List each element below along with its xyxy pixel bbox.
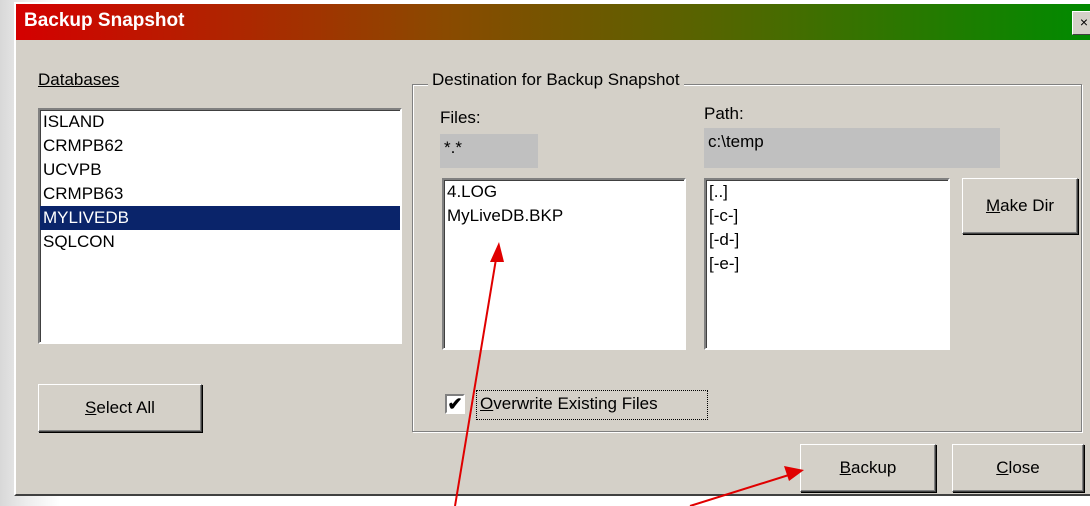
database-list-item[interactable]: MYLIVEDB: [40, 206, 400, 230]
make-dir-button[interactable]: Make Dir: [962, 178, 1078, 234]
overwrite-checkbox[interactable]: ✔: [445, 394, 465, 414]
database-list-item[interactable]: ISLAND: [40, 110, 400, 134]
path-label: Path:: [704, 104, 744, 123]
database-list-item[interactable]: CRMPB63: [40, 182, 400, 206]
databases-list[interactable]: ISLAND CRMPB62 UCVPB CRMPB63 MYLIVEDB SQLCON: [38, 108, 402, 344]
database-list-item[interactable]: CRMPB62: [40, 134, 400, 158]
directory-list-item[interactable]: [..]: [706, 180, 948, 204]
database-list-item[interactable]: SQLCON: [40, 230, 400, 254]
files-list[interactable]: 4.LOG MyLiveDB.BKP: [442, 178, 686, 350]
files-filter-field[interactable]: *.*: [440, 134, 538, 168]
files-label: Files:: [440, 108, 481, 127]
files-filter-value: *.*: [444, 138, 462, 157]
directory-list-item[interactable]: [-e-]: [706, 252, 948, 276]
path-value: c:\temp: [708, 132, 764, 151]
destination-legend: Destination for Backup Snapshot: [428, 70, 684, 90]
databases-label: Databases: [38, 70, 120, 89]
directory-list-item[interactable]: [-d-]: [706, 228, 948, 252]
close-button[interactable]: Close: [952, 444, 1084, 492]
close-icon[interactable]: ×: [1072, 11, 1090, 35]
path-field: c:\temp: [704, 128, 1000, 168]
file-list-item[interactable]: MyLiveDB.BKP: [444, 204, 684, 228]
directory-list-item[interactable]: [-c-]: [706, 204, 948, 228]
file-list-item[interactable]: 4.LOG: [444, 180, 684, 204]
select-all-button[interactable]: Select All: [38, 384, 202, 432]
database-list-item[interactable]: UCVPB: [40, 158, 400, 182]
directories-list[interactable]: [..] [-c-] [-d-] [-e-]: [704, 178, 950, 350]
window-title: Backup Snapshot: [24, 10, 185, 31]
overwrite-label[interactable]: Overwrite Existing Files: [480, 394, 658, 414]
checkmark-icon: ✔: [447, 394, 463, 414]
title-bar[interactable]: Backup Snapshot ×: [16, 4, 1090, 40]
backup-button[interactable]: Backup: [800, 444, 936, 492]
